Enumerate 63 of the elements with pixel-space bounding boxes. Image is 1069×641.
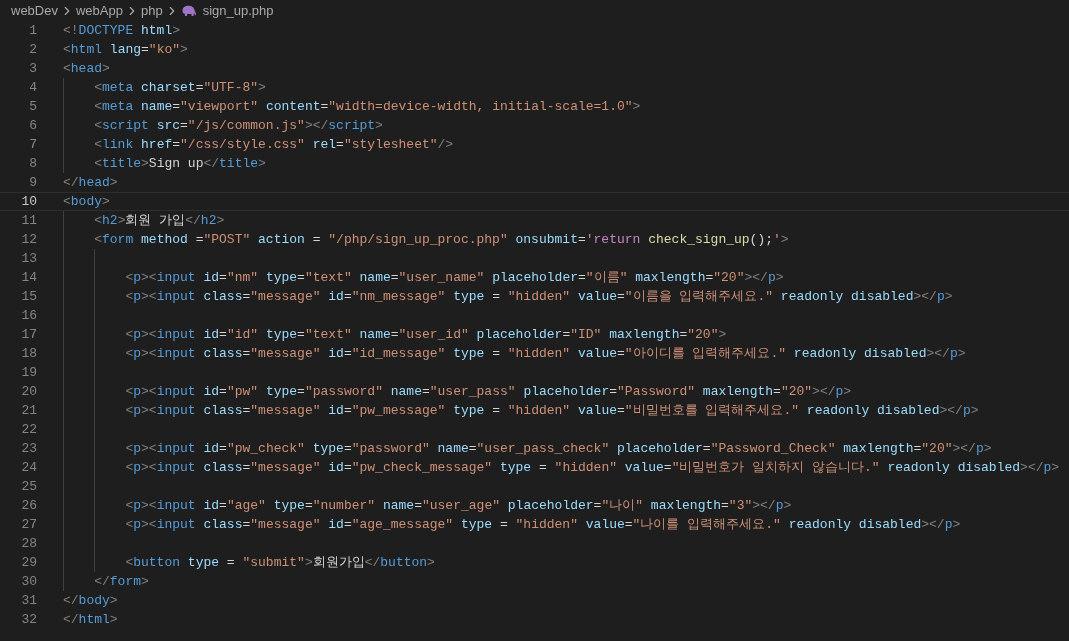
code-line: <p><input class="message" id="nm_message" type = "hidden" value="이름을 입력해주세요." readonly disabled></p> (124, 289, 953, 304)
line-number: 31 (20, 592, 37, 609)
line-number: 11 (20, 212, 37, 229)
line-number: 32 (20, 611, 37, 628)
line-number: 28 (20, 535, 37, 552)
code-line: <p><input id="id" type="text" name="user_id" placeholder="ID" maxlength="20"> (124, 327, 727, 342)
line-number: 17 (20, 326, 37, 343)
code-line: <p><input id="nm" type="text" name="user_name" placeholder="이름" maxlength="20"></p> (124, 270, 784, 285)
line-number: 4 (28, 79, 37, 96)
code-line: <p><input id="pw" type="password" name="user_pass" placeholder="Password" maxlength="20"></p> (124, 384, 852, 399)
code-line: <h2>회원 가입</h2> (93, 213, 225, 228)
line-number: 29 (20, 554, 37, 571)
code-line: <script src="/js/common.js"></script> (93, 118, 383, 133)
line-number: 24 (20, 459, 37, 476)
code-line: <p><input id="pw_check" type="password" name="user_pass_check" placeholder="Password_Check" maxlength="20"></p> (124, 441, 992, 456)
code-line: <p><input class="message" id="age_message" type = "hidden" value="나이를 입력해주세요." readonly disabled></p> (124, 517, 961, 532)
code-line: <button type = "submit">회원가입</button> (124, 555, 435, 570)
line-number: 12 (20, 231, 37, 248)
line-number: 25 (20, 478, 37, 495)
line-number: 26 (20, 497, 37, 514)
line-number: 30 (20, 573, 37, 590)
code-line: <form method ="POST" action = "/php/sign_up_proc.php" onsubmit='return check_sign_up();'> (93, 232, 789, 247)
line-number: 3 (28, 60, 37, 77)
code-line: <body> (63, 194, 110, 209)
line-number: 8 (28, 155, 37, 172)
line-number: 18 (20, 345, 37, 362)
line-number: 7 (28, 136, 37, 153)
code-line: </form> (93, 574, 149, 589)
code-line: <meta name="viewport" content="width=device-width, initial-scale=1.0"> (93, 99, 641, 114)
code-line: <meta charset="UTF-8"> (93, 80, 266, 95)
code-line: </head> (63, 175, 118, 190)
line-number: 19 (20, 364, 37, 381)
line-number: 22 (20, 421, 37, 438)
line-number: 2 (28, 41, 37, 58)
code-line: <p><input class="message" id="pw_message" type = "hidden" value="비밀번호를 입력해주세요." readonly disabled></p> (124, 403, 979, 418)
code-line: </html> (63, 612, 118, 627)
line-number: 15 (20, 288, 37, 305)
line-number: 23 (20, 440, 37, 457)
elephant-icon (180, 4, 197, 17)
line-number: 21 (20, 402, 37, 419)
code-line: <link href="/css/style.css" rel="stylesheet"/> (93, 137, 454, 152)
code-line: <head> (63, 61, 110, 76)
breadcrumb-item[interactable]: webDev (11, 0, 58, 21)
breadcrumb-item[interactable]: php (140, 0, 163, 21)
line-number: 14 (20, 269, 37, 286)
breadcrumb-item[interactable]: webApp (75, 0, 123, 21)
code-line: <html lang="ko"> (63, 42, 188, 57)
line-number: 9 (28, 174, 37, 191)
line-number: 5 (28, 98, 37, 115)
line-number: 27 (20, 516, 37, 533)
line-number: 10 (20, 193, 37, 210)
line-number: 16 (20, 307, 37, 324)
code-line: <!DOCTYPE html> (63, 23, 181, 38)
code-line: <p><input class="message" id="id_message" type = "hidden" value="아이디를 입력해주세요." readonly disabled></p> (124, 346, 966, 361)
line-number: 1 (28, 22, 37, 39)
code-line: </body> (63, 593, 118, 608)
code-line: <p><input id="age" type="number" name="user_age" placeholder="나이" maxlength="3"></p> (124, 498, 792, 513)
line-number: 20 (20, 383, 37, 400)
breadcrumb-item[interactable]: sign_up.php (202, 0, 274, 21)
code-line: <p><input class="message" id="pw_check_message" type = "hidden" value="비밀번호가 일치하지 않습니다." readonly disabled></p> (124, 460, 1060, 475)
line-number: 6 (28, 117, 37, 134)
code-line: <title>Sign up</title> (93, 156, 266, 171)
line-number: 13 (20, 250, 37, 267)
